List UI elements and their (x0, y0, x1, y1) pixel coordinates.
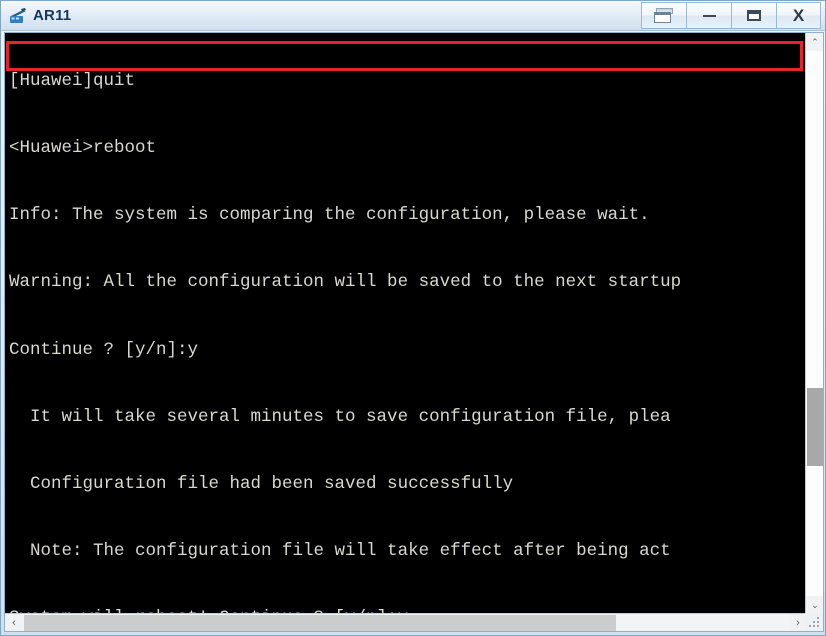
vertical-scroll-thumb[interactable] (807, 388, 823, 466)
close-button[interactable]: X (776, 2, 821, 29)
close-icon: X (792, 6, 805, 25)
terminal-line: [Huawei]quit (9, 70, 136, 91)
maximize-restore-icon (747, 10, 761, 21)
scroll-left-icon[interactable]: ‹ (5, 614, 23, 631)
terminal-line: Configuration file had been saved succes… (9, 474, 514, 495)
vertical-scrollbar[interactable]: ⌃ ⌄ (805, 33, 823, 614)
maximize-button[interactable] (731, 2, 776, 29)
application-window: AR11 X [Huawei]quit <Huawei>reboot Info:… (0, 0, 826, 636)
terminal-viewport[interactable]: [Huawei]quit <Huawei>reboot Info: The sy… (5, 33, 807, 614)
terminal-line: Continue ? [y/n]:y (9, 339, 199, 360)
minimize-button[interactable] (686, 2, 731, 29)
title-bar-left: AR11 (1, 1, 71, 30)
minimize-icon (702, 14, 716, 17)
horizontal-scrollbar[interactable]: ‹ › (5, 613, 807, 631)
terminal-line: <Huawei>reboot (9, 138, 157, 159)
title-bar[interactable]: AR11 X (1, 1, 825, 31)
terminal-line: It will take several minutes to save con… (9, 406, 671, 427)
terminal-output: [Huawei]quit <Huawei>reboot Info: The sy… (9, 33, 807, 614)
terminal-line: Info: The system is comparing the config… (9, 205, 650, 226)
terminal-line: Warning: All the configuration will be s… (9, 272, 682, 293)
terminal-line: Note: The configuration file will take e… (9, 541, 671, 562)
scroll-down-icon[interactable]: ⌄ (806, 596, 823, 614)
cascade-windows-button[interactable] (641, 2, 686, 29)
vertical-scroll-track[interactable] (806, 51, 823, 596)
resize-grip-icon[interactable] (805, 613, 823, 631)
horizontal-scroll-thumb[interactable] (24, 615, 616, 631)
window-controls: X (641, 2, 821, 29)
router-device-icon (8, 7, 28, 25)
terminal-client-area: [Huawei]quit <Huawei>reboot Info: The sy… (4, 32, 824, 632)
window-title: AR11 (33, 7, 72, 24)
cascade-windows-icon (654, 7, 674, 24)
scroll-up-icon[interactable]: ⌃ (806, 33, 823, 51)
